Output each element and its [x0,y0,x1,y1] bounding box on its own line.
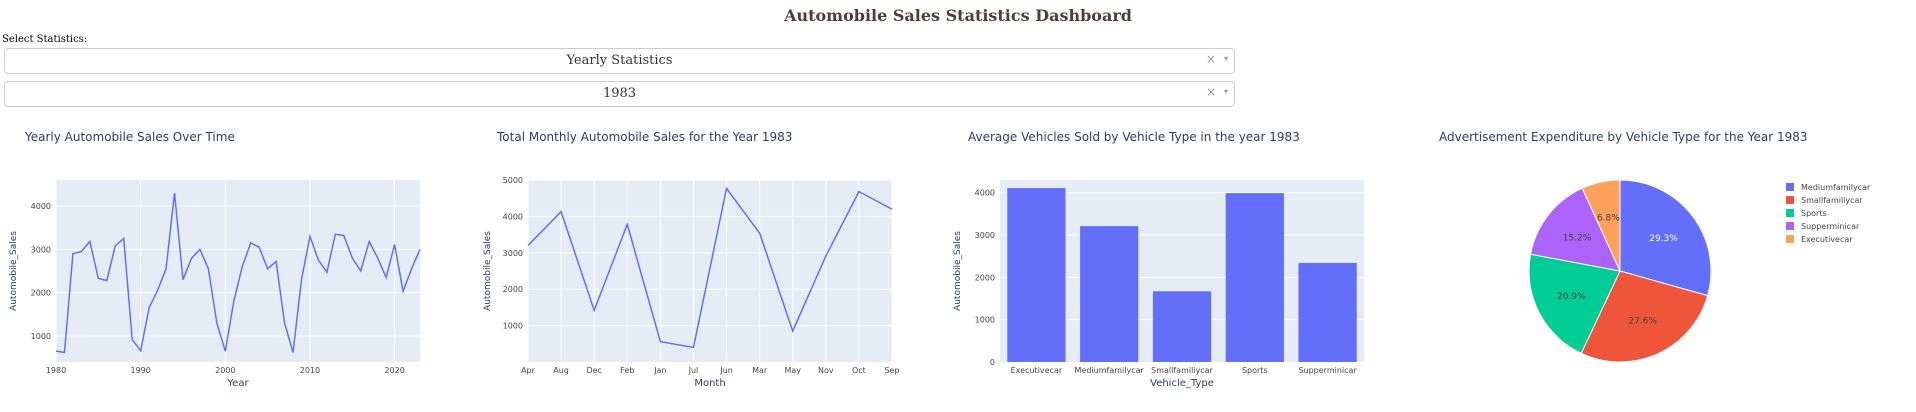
y-tick-label: 4000 [975,189,995,198]
x-tick-label: Apr [521,366,536,375]
y-tick-label: 4000 [31,202,51,211]
legend-label: Executivecar [1801,235,1853,244]
y-axis-title: Automobile_Sales [9,231,19,311]
x-axis-title: Year [226,378,249,389]
slice-value-label: 29.3% [1649,234,1678,244]
x-tick-label: 1990 [130,366,150,375]
y-tick-label: 2000 [503,285,523,294]
x-tick-label: Nov [818,366,834,375]
legend-swatch [1786,183,1794,191]
plot-background [56,180,420,362]
chart-title: Average Vehicles Sold by Vehicle Type in… [968,130,1300,144]
legend-label: Sports [1801,209,1827,218]
slice-value-label: 6.8% [1597,214,1620,224]
x-tick-label: Jul [688,366,699,375]
x-tick-label: Jan [653,366,666,375]
y-tick-label: 3000 [503,249,523,258]
y-axis-title: Automobile_Sales [483,231,493,311]
x-axis-title: Vehicle_Type [1150,378,1214,389]
slice-value-label: 15.2% [1563,233,1592,243]
bar [1152,291,1212,362]
chart-title: Yearly Automobile Sales Over Time [24,130,235,144]
x-tick-label: Sep [884,366,899,375]
y-tick-label: 3000 [975,231,995,240]
bar [1225,193,1284,362]
y-tick-label: 5000 [503,176,523,185]
y-tick-label: 4000 [503,212,523,221]
y-tick-label: 1000 [975,316,995,325]
x-tick-label: Sports [1242,366,1268,375]
legend-swatch [1786,196,1794,204]
legend-label: Mediumfamilycar [1801,183,1871,192]
x-tick-label: Jun [719,366,733,375]
vehicle-type-bar-chart: Average Vehicles Sold by Vehicle Type in… [953,130,1364,389]
legend-label: Supperminicar [1801,222,1860,231]
chart-title: Advertisement Expenditure by Vehicle Typ… [1439,130,1808,144]
legend-swatch [1786,222,1794,230]
y-tick-label: 1000 [503,322,523,331]
x-tick-label: 2000 [215,366,235,375]
y-axis-title: Automobile_Sales [953,231,963,311]
slice-value-label: 20.9% [1557,292,1586,302]
bar [1007,188,1066,362]
legend-label: Smallfamiliycar [1801,196,1863,205]
x-tick-label: Mar [752,366,768,375]
y-tick-label: 3000 [31,245,51,254]
bar [1080,226,1139,362]
x-tick-label: Executivecar [1011,366,1063,375]
legend-swatch [1786,235,1794,243]
x-tick-label: Dec [586,366,601,375]
y-tick-label: 1000 [31,332,51,341]
x-tick-label: May [784,366,801,375]
x-tick-label: Aug [553,366,569,375]
x-tick-label: 2010 [300,366,320,375]
x-tick-label: Feb [620,366,634,375]
x-tick-label: Mediumfamilycar [1075,366,1145,375]
y-tick-label: 2000 [975,273,995,282]
ad-expenditure-pie-chart: Advertisement Expenditure by Vehicle Typ… [1439,130,1871,363]
x-axis-title: Month [694,378,725,389]
legend-swatch [1786,209,1794,217]
x-tick-label: Oct [852,366,866,375]
slice-value-label: 27.6% [1628,317,1657,327]
x-tick-label: 1980 [46,366,66,375]
x-tick-label: Smallfamiliycar [1151,366,1213,375]
charts-area: Yearly Automobile Sales Over Time Year Aut… [9,130,1871,389]
x-tick-label: 2020 [384,366,404,375]
y-tick-label: 0 [990,358,995,367]
bar [1298,262,1357,362]
y-tick-label: 2000 [31,289,51,298]
yearly-sales-chart: Yearly Automobile Sales Over Time Year Aut… [9,130,421,389]
x-tick-label: Supperminicar [1298,366,1357,375]
chart-title: Total Monthly Automobile Sales for the Y… [496,130,792,144]
monthly-sales-chart: Total Monthly Automobile Sales for the Y… [483,130,900,389]
